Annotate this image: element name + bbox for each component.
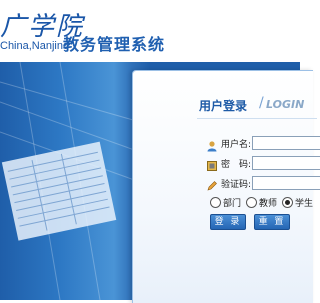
captcha-input[interactable] [252,176,320,190]
role-department-label: 部门 [223,198,242,209]
role-teacher[interactable]: 教师 [246,196,277,209]
lock-icon [206,157,218,171]
login-button[interactable]: 登 录 [210,214,246,230]
password-label: 密 码: [221,159,252,170]
title-divider [197,118,317,119]
pencil-icon [206,177,218,191]
radio-teacher[interactable] [246,196,258,208]
password-row: 密 码: [206,155,320,171]
username-row: 用户名: [206,135,320,152]
reset-button[interactable]: 重 置 [254,214,290,230]
login-title-en: LOGIN [266,98,305,111]
captcha-label: 验证码: [221,179,252,190]
username-label: 用户名: [221,139,252,150]
login-title-separator: / [259,95,264,111]
role-selector: 部门 教师 学生 [210,195,320,209]
page-header: 广学院 China,Nanjing 教务管理系统 [0,0,300,62]
role-department[interactable]: 部门 [210,196,241,209]
radio-student[interactable] [282,196,294,208]
password-input[interactable] [252,156,320,170]
role-student[interactable]: 学生 [282,196,313,209]
school-logo-subtitle: China,Nanjing [0,40,70,52]
system-title: 教务管理系统 [63,35,166,54]
role-student-label: 学生 [295,198,314,209]
role-teacher-label: 教师 [259,198,278,209]
radio-department[interactable] [210,196,221,208]
captcha-row: 验证码: [206,175,320,191]
login-title: 用户登录 [199,99,248,113]
login-panel: 用户登录 / LOGIN 用户名: 密 码: 验证码: 部门 教师 学生 登 录… [132,70,320,303]
username-input[interactable] [252,136,320,150]
document-illustration [1,141,117,241]
user-icon [206,137,218,152]
